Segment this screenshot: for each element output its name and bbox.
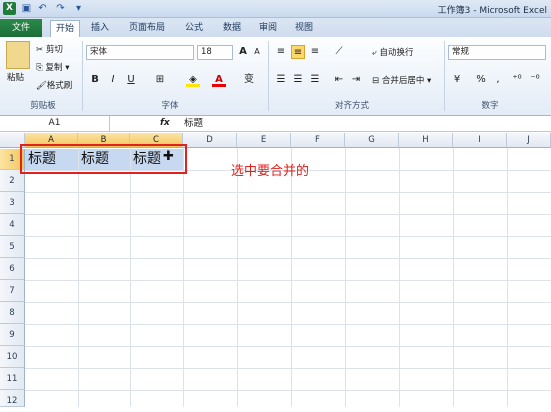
row-header[interactable]: 6: [0, 258, 25, 280]
underline-button[interactable]: U: [124, 73, 138, 87]
alignment-group-label: 对齐方式: [334, 101, 369, 111]
currency-icon[interactable]: ¥: [450, 73, 464, 87]
comma-button[interactable]: ,: [491, 73, 505, 87]
row-header[interactable]: 9: [0, 324, 25, 346]
tab-view[interactable]: 视图: [290, 20, 318, 37]
copy-icon: ⎘: [36, 63, 43, 73]
column-header[interactable]: H: [399, 133, 453, 148]
fx-icon[interactable]: fx: [160, 116, 170, 131]
row-header[interactable]: 11: [0, 368, 25, 390]
align-bottom-icon[interactable]: ≡: [308, 45, 322, 59]
group-separator: [82, 41, 83, 111]
tab-insert[interactable]: 插入: [86, 20, 114, 37]
tab-data[interactable]: 数据: [218, 20, 246, 37]
title-bar: X ▣ ↶ ↷ ▾ 工作簿3 - Microsoft Excel: [0, 0, 551, 18]
grow-font-button[interactable]: A: [236, 45, 250, 59]
align-middle-icon[interactable]: ≡: [291, 45, 305, 59]
grid-line: [25, 214, 551, 215]
ribbon: 粘贴 ✂ 剪切 ⎘ 复制 ▾ 🖌格式刷 剪贴板 宋体 18 A A B I U …: [0, 37, 551, 116]
tab-file[interactable]: 文件: [0, 19, 42, 37]
group-separator: [444, 41, 445, 111]
grid-line: [25, 280, 551, 281]
spreadsheet-grid[interactable]: A B C D E F G H I J 1 2 3 4 5 6 7 8 9 10…: [0, 133, 551, 407]
merge-icon: ⊟: [372, 76, 380, 86]
grid-line: [25, 258, 551, 259]
grid-line: [25, 324, 551, 325]
undo-icon[interactable]: ↶: [36, 2, 49, 15]
column-header[interactable]: I: [453, 133, 507, 148]
row-header[interactable]: 4: [0, 214, 25, 236]
font-group-label: 字体: [161, 101, 179, 111]
borders-icon[interactable]: ⊞: [153, 73, 167, 87]
tab-page-layout[interactable]: 页面布局: [122, 20, 172, 37]
grid-line: [25, 390, 551, 391]
row-header[interactable]: 7: [0, 280, 25, 302]
column-header[interactable]: D: [183, 133, 237, 148]
decrease-decimal-icon[interactable]: ⁻⁰: [528, 73, 542, 87]
row-header[interactable]: 12: [0, 390, 25, 407]
grid-line: [25, 368, 551, 369]
italic-button[interactable]: I: [106, 73, 120, 87]
group-separator: [268, 41, 269, 111]
scissors-icon: ✂: [36, 45, 44, 55]
font-color-icon[interactable]: A: [212, 73, 226, 87]
row-header[interactable]: 5: [0, 236, 25, 258]
phonetic-button[interactable]: 变: [242, 73, 256, 87]
column-header[interactable]: F: [291, 133, 345, 148]
name-box[interactable]: A1: [0, 116, 110, 131]
clipboard-group-label: 剪贴板: [30, 101, 56, 111]
number-group-label: 数字: [481, 101, 499, 111]
brush-icon: 🖌: [36, 81, 47, 91]
grid-line: [25, 346, 551, 347]
formula-bar: A1 fx 标题: [0, 116, 551, 132]
column-header[interactable]: G: [345, 133, 399, 148]
increase-decimal-icon[interactable]: ⁺⁰: [510, 73, 524, 87]
decrease-indent-icon[interactable]: ⇤: [332, 73, 346, 87]
wrap-icon: ⤶: [372, 48, 377, 58]
grid-line: [25, 302, 551, 303]
redo-icon[interactable]: ↷: [54, 2, 67, 15]
cut-button[interactable]: ✂ 剪切: [36, 43, 63, 55]
font-name-select[interactable]: 宋体: [86, 45, 194, 60]
paste-icon[interactable]: [6, 41, 30, 69]
wrap-text-button[interactable]: ⤶ 自动换行: [372, 46, 413, 58]
merge-center-button[interactable]: ⊟ 合并后居中 ▾: [372, 74, 431, 86]
bold-button[interactable]: B: [88, 73, 102, 87]
align-right-icon[interactable]: ☰: [308, 73, 322, 87]
align-left-icon[interactable]: ☰: [274, 73, 288, 87]
grid-line: [25, 192, 551, 193]
ribbon-tabs: 文件 开始 插入 页面布局 公式 数据 审阅 视图: [0, 18, 551, 37]
paste-button[interactable]: 粘贴: [7, 71, 24, 83]
highlight-box: [20, 144, 187, 174]
increase-indent-icon[interactable]: ⇥: [349, 73, 363, 87]
align-top-icon[interactable]: ≡: [274, 45, 288, 59]
annotation-text: 选中要合并的: [231, 164, 310, 179]
font-size-select[interactable]: 18: [197, 45, 233, 60]
copy-button[interactable]: ⎘ 复制 ▾: [36, 61, 70, 73]
tab-formulas[interactable]: 公式: [180, 20, 208, 37]
window-title: 工作簿3 - Microsoft Excel: [437, 6, 547, 16]
percent-button[interactable]: %: [474, 73, 488, 87]
tab-home[interactable]: 开始: [50, 20, 80, 37]
align-center-icon[interactable]: ☰: [291, 73, 305, 87]
customize-icon[interactable]: ▾: [72, 2, 85, 15]
shrink-font-button[interactable]: A: [250, 45, 264, 59]
column-header[interactable]: E: [237, 133, 291, 148]
formula-input[interactable]: 标题: [184, 116, 203, 131]
format-painter-button[interactable]: 🖌格式刷: [36, 79, 72, 91]
row-header[interactable]: 10: [0, 346, 25, 368]
column-header[interactable]: J: [507, 133, 551, 148]
save-icon[interactable]: ▣: [20, 2, 33, 15]
orientation-icon[interactable]: ⟋: [332, 45, 346, 59]
excel-logo-icon: X: [3, 2, 16, 15]
fill-color-icon[interactable]: ◈: [186, 73, 200, 87]
number-format-select[interactable]: 常规: [448, 45, 546, 60]
tab-review[interactable]: 审阅: [254, 20, 282, 37]
row-header[interactable]: 3: [0, 192, 25, 214]
grid-line: [25, 236, 551, 237]
row-header[interactable]: 8: [0, 302, 25, 324]
